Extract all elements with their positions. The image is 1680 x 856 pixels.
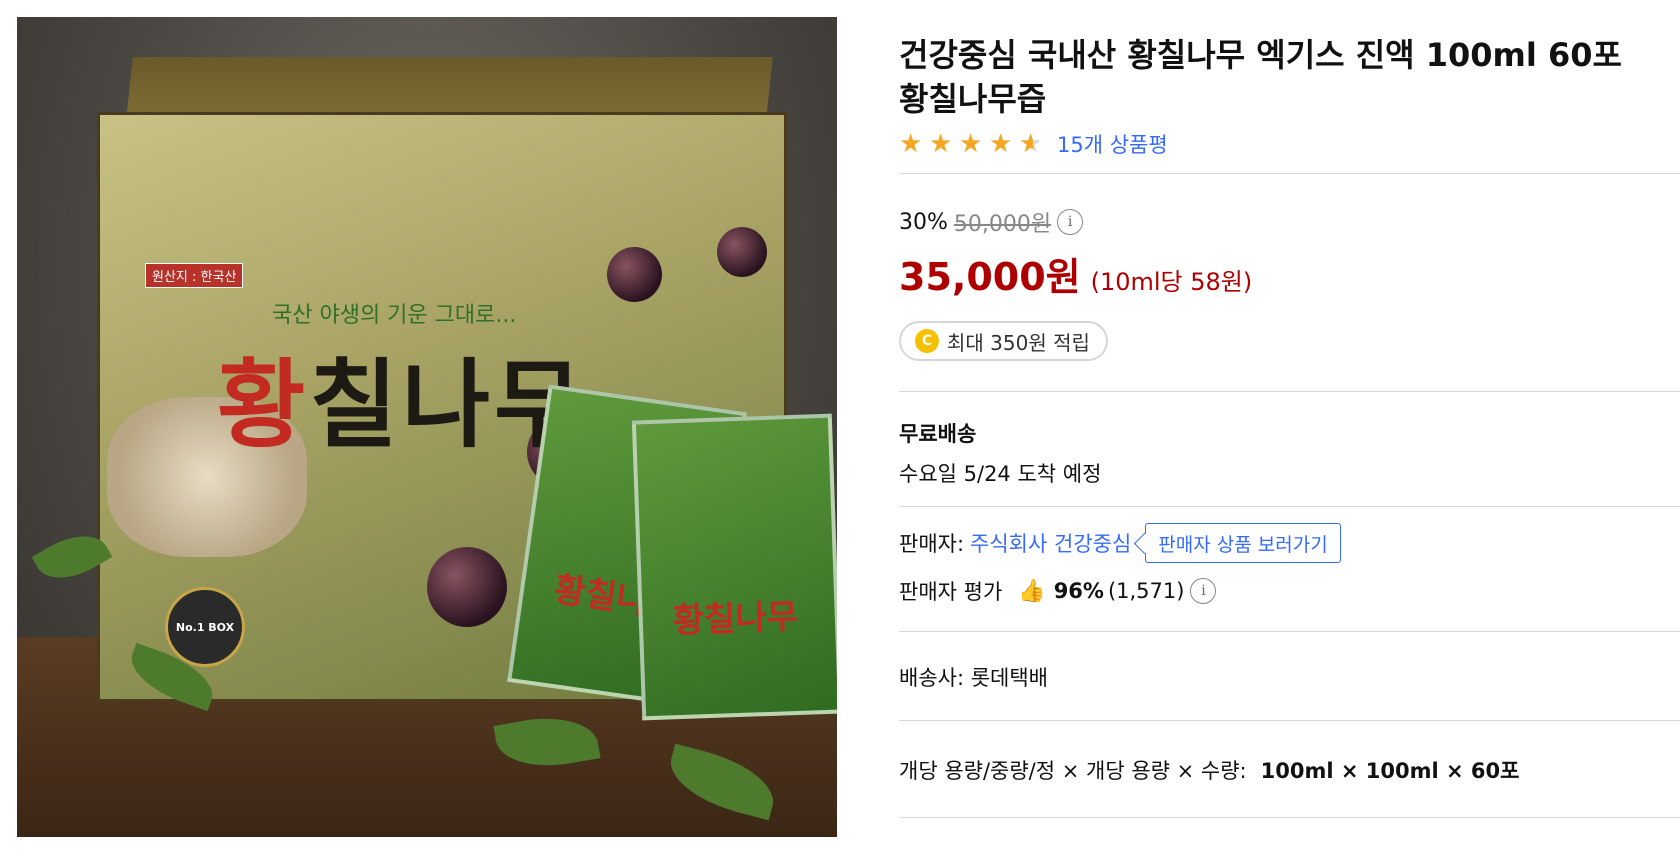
spec-label: 개당 용량/중량/정 × 개당 용량 × 수량:: [899, 759, 1247, 783]
seller-rating-count: (1,571): [1107, 579, 1185, 603]
product-info-panel: 건강중심 국내산 황칠나무 엑기스 진액 100ml 60포 황칠나무즙 ★ ★ ★…: [899, 33, 1680, 818]
spec-value: 100ml × 100ml × 60포: [1260, 759, 1520, 783]
reward-text: 최대 350원 적립: [947, 330, 1090, 355]
star-icon: ★: [959, 129, 983, 159]
product-title-line2: 황칠나무즙: [899, 80, 1047, 118]
thumbs-up-icon: 👍: [1018, 578, 1046, 604]
shipping-section: 무료배송 수요일 5/24 도착 예정: [899, 392, 1680, 506]
seller-row: 판매자: 주식회사 건강중심 판매자 상품 보러가기: [899, 523, 1680, 563]
product-title: 건강중심 국내산 황칠나무 엑기스 진액 100ml 60포 황칠나무즙: [899, 33, 1629, 121]
star-icon: ★: [929, 129, 953, 159]
star-icon: ★: [899, 129, 923, 159]
view-seller-products-button[interactable]: 판매자 상품 보러가기: [1145, 523, 1341, 563]
sale-price: 35,000원: [899, 255, 1081, 299]
info-icon[interactable]: i: [1190, 578, 1217, 604]
box-title-first: 황: [217, 348, 310, 461]
box-tagline: 국산 야생의 기운 그대로...: [272, 303, 517, 328]
seller-label: 판매자:: [899, 532, 965, 556]
seller-name-link[interactable]: 주식회사 건강중심: [970, 528, 1131, 558]
origin-label: 원산지 : 한국산: [145, 263, 244, 288]
seller-rating-label: 판매자 평가: [899, 580, 1003, 604]
berry-cluster: [427, 547, 507, 627]
no1-box-badge: No.1 BOX: [165, 587, 245, 667]
coin-icon: C: [915, 329, 939, 353]
pouch: 황칠나무: [631, 413, 837, 721]
star-rating: ★ ★ ★ ★ ★: [899, 131, 1047, 157]
info-icon[interactable]: i: [1057, 209, 1084, 235]
seller-rating-row: 판매자 평가 👍 96% (1,571) i: [899, 573, 1680, 609]
star-icon: ★: [1019, 131, 1047, 157]
price-block: 30% 50,000원 i 35,000원 (10ml당 58원) C 최대 3…: [899, 174, 1680, 361]
original-price: 50,000원: [953, 212, 1052, 237]
discount-row: 30% 50,000원 i: [899, 206, 1680, 238]
seller-section: 판매자: 주식회사 건강중심 판매자 상품 보러가기 판매자 평가 👍 96% …: [899, 507, 1680, 631]
product-title-line1: 건강중심 국내산 황칠나무 엑기스 진액 100ml 60포: [899, 36, 1622, 74]
star-icon: ★: [989, 129, 1013, 159]
seller-rating-percent: 96%: [1053, 579, 1104, 603]
courier-info: 배송사: 롯데택배: [899, 666, 1048, 690]
reward-cash-badge[interactable]: C 최대 350원 적립: [899, 321, 1108, 361]
unit-price: (10ml당 58원): [1090, 268, 1253, 296]
spec-row: 개당 용량/중량/정 × 개당 용량 × 수량: 100ml × 100ml ×…: [899, 721, 1680, 817]
berry-cluster: [607, 247, 662, 302]
pouch-label: 황칠나무: [672, 596, 799, 642]
rating-row: ★★★★★ 15개 상품평: [899, 127, 1680, 161]
discount-rate: 30%: [899, 209, 948, 235]
arrival-date: 수요일 5/24 도착 예정: [899, 462, 1102, 486]
divider: [899, 817, 1680, 818]
free-shipping-label: 무료배송: [899, 422, 977, 446]
sale-row: 35,000원 (10ml당 58원): [899, 246, 1680, 301]
product-image[interactable]: 원산지 : 한국산 국산 야생의 기운 그대로... 황칠나무 황칠나무 황칠나…: [17, 17, 837, 837]
review-count-link[interactable]: 15개 상품평: [1057, 129, 1168, 159]
berry-cluster: [717, 227, 767, 277]
box-title: 황칠나무: [217, 327, 586, 466]
